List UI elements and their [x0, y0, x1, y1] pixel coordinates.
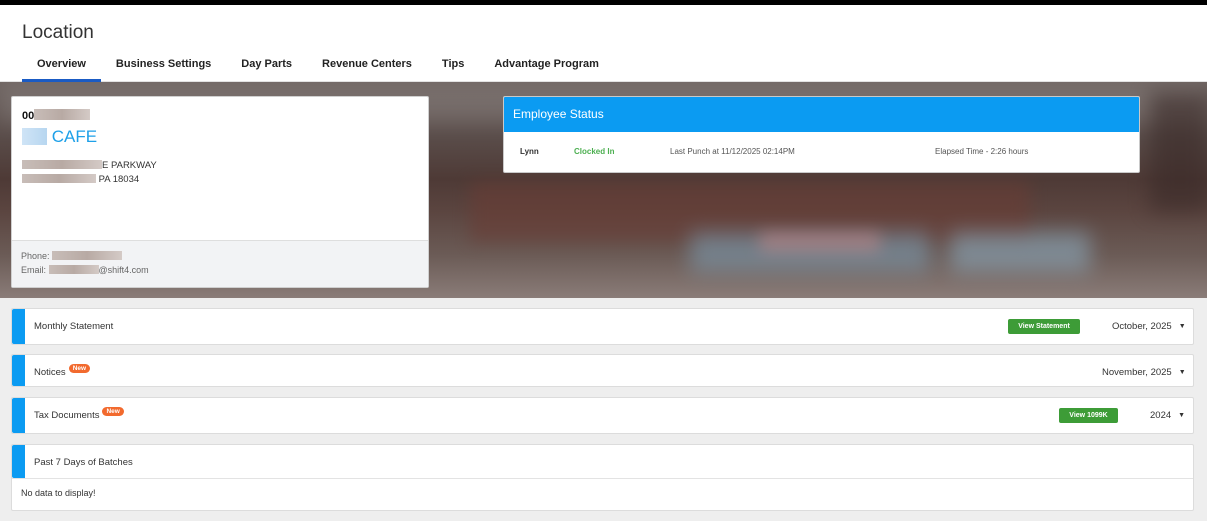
- caret-down-icon: ▼: [1178, 412, 1186, 419]
- tax-year-select[interactable]: 2024 ▼: [1150, 410, 1185, 421]
- employee-name: Lynn: [520, 147, 539, 156]
- tax-documents-panel: Tax Documents New View 1099K 2024 ▼: [11, 397, 1194, 434]
- panel-title: Tax Documents New: [34, 407, 124, 421]
- empty-state-message: No data to display!: [21, 488, 96, 498]
- panel-accent: [12, 398, 25, 433]
- caret-down-icon: ▼: [1178, 369, 1186, 376]
- panel-accent: [12, 309, 25, 344]
- view-statement-button[interactable]: View Statement: [1008, 319, 1080, 334]
- new-badge: New: [68, 364, 91, 373]
- page-header: Location Overview Business Settings Day …: [0, 5, 1207, 82]
- view-1099k-button[interactable]: View 1099K: [1059, 408, 1118, 423]
- tab-revenue-centers[interactable]: Revenue Centers: [307, 52, 427, 82]
- monthly-statement-panel: Monthly Statement View Statement October…: [11, 308, 1194, 345]
- panel-title: Monthly Statement: [34, 321, 114, 332]
- tab-advantage-program[interactable]: Advantage Program: [479, 52, 614, 82]
- page-title: Location: [22, 22, 94, 43]
- address-line-1: E PARKWAY: [22, 160, 157, 171]
- redacted-text: [22, 128, 47, 145]
- tab-day-parts[interactable]: Day Parts: [226, 52, 307, 82]
- employee-elapsed-time: Elapsed Time - 2:26 hours: [935, 147, 1029, 156]
- panel-title: Past 7 Days of Batches: [34, 457, 133, 468]
- employee-status-title: Employee Status: [504, 97, 1139, 132]
- employee-row: Lynn Clocked In Last Punch at 11/12/2025…: [504, 132, 1139, 172]
- employee-last-punch: Last Punch at 11/12/2025 02:14PM: [670, 147, 795, 156]
- phone-line: Phone:: [21, 251, 123, 261]
- batches-panel: Past 7 Days of Batches No data to displa…: [11, 444, 1194, 511]
- redacted-text: [22, 160, 102, 169]
- tab-bar: Overview Business Settings Day Parts Rev…: [22, 52, 614, 82]
- panel-accent: [12, 355, 25, 386]
- redacted-text: [52, 251, 123, 260]
- redacted-text: [48, 265, 99, 274]
- notices-month-select[interactable]: November, 2025 ▼: [1102, 367, 1186, 378]
- location-id: 00: [22, 109, 91, 122]
- tab-business-settings[interactable]: Business Settings: [101, 52, 226, 82]
- panel-accent: [12, 445, 25, 478]
- location-contact: Phone: Email: @shift4.com: [12, 240, 428, 287]
- divider: [12, 478, 1193, 479]
- location-name: CAFE: [22, 127, 97, 147]
- address-line-2: PA 18034: [22, 174, 139, 185]
- notices-panel: Notices New November, 2025 ▼: [11, 354, 1194, 387]
- redacted-text: [22, 174, 96, 183]
- tab-overview[interactable]: Overview: [22, 52, 101, 82]
- panel-title: Notices New: [34, 364, 91, 378]
- employee-status-card: Employee Status Lynn Clocked In Last Pun…: [503, 96, 1140, 173]
- employee-clock-status: Clocked In: [574, 147, 615, 156]
- statement-month-select[interactable]: October, 2025 ▼: [1112, 321, 1186, 332]
- location-card: 00 CAFE E PARKWAY PA 18034 Phone: Email:…: [11, 96, 429, 288]
- caret-down-icon: ▼: [1178, 323, 1186, 330]
- email-line: Email: @shift4.com: [21, 265, 149, 275]
- new-badge: New: [102, 407, 124, 416]
- redacted-text: [34, 109, 91, 120]
- tab-tips[interactable]: Tips: [427, 52, 479, 82]
